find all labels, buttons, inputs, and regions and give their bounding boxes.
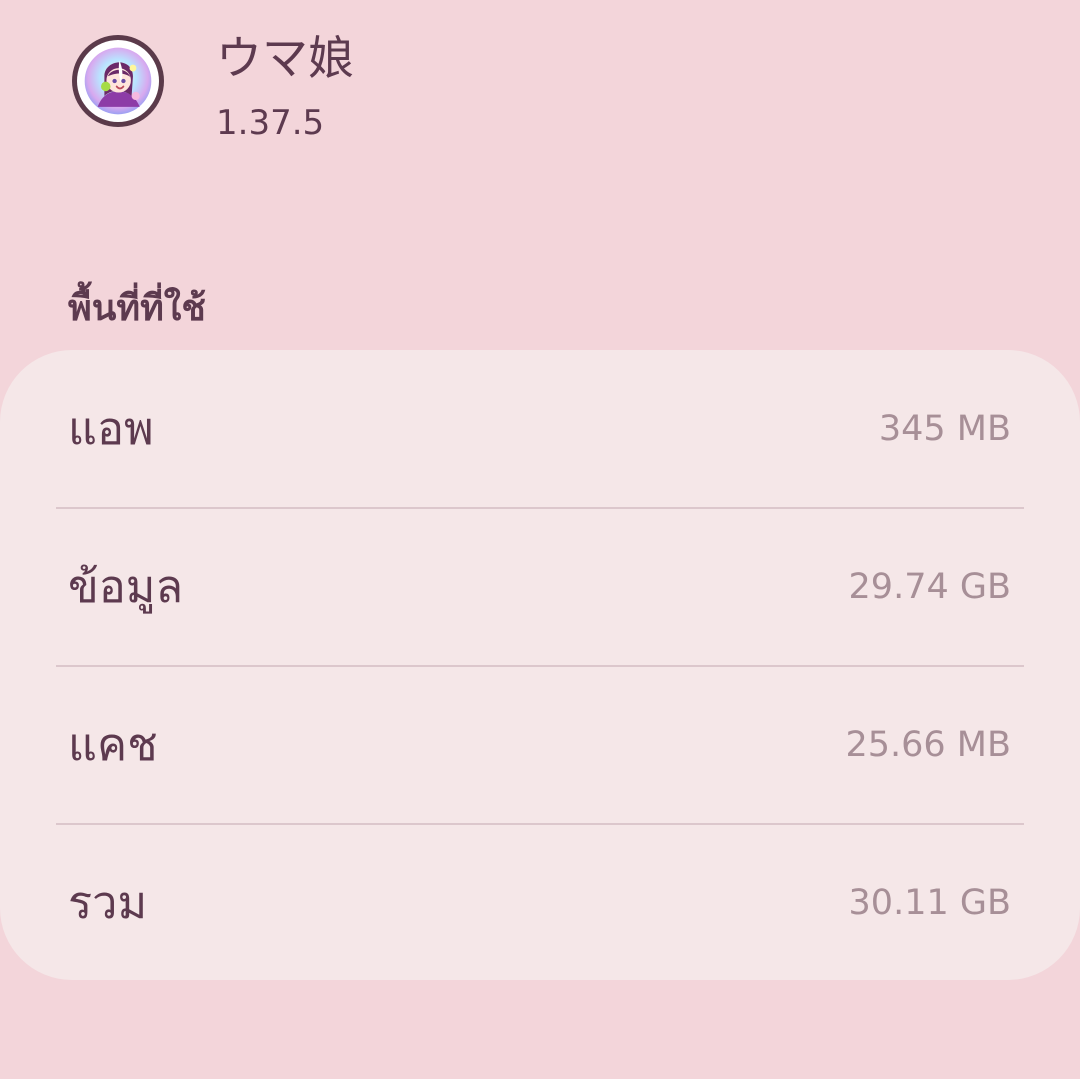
storage-label-app: แอพ [68, 402, 154, 455]
app-icon-image [77, 40, 159, 122]
storage-value-data: 29.74 GB [848, 567, 1011, 607]
storage-row-total: รวม 30.11 GB [56, 824, 1024, 982]
storage-label-cache: แคช [68, 718, 158, 771]
storage-row-app: แอพ 345 MB [56, 350, 1024, 508]
app-name: ウマ娘 [216, 31, 354, 85]
storage-usage-card: แอพ 345 MB ข้อมูล 29.74 GB แคช 25.66 MB … [0, 350, 1080, 980]
storage-value-cache: 25.66 MB [845, 725, 1011, 765]
storage-row-cache: แคช 25.66 MB [56, 666, 1024, 824]
storage-label-data: ข้อมูล [68, 560, 184, 613]
character-portrait-icon [84, 47, 152, 115]
storage-label-total: รวม [68, 876, 148, 929]
app-character-icon [72, 35, 164, 127]
storage-section-title: พื้นที่ที่ใช้ [68, 287, 206, 329]
storage-row-data: ข้อมูล 29.74 GB [56, 508, 1024, 666]
storage-value-app: 345 MB [878, 409, 1011, 449]
app-header: ウマ娘 1.37.5 [0, 0, 1080, 170]
app-version: 1.37.5 [216, 103, 325, 143]
storage-value-total: 30.11 GB [848, 883, 1011, 923]
